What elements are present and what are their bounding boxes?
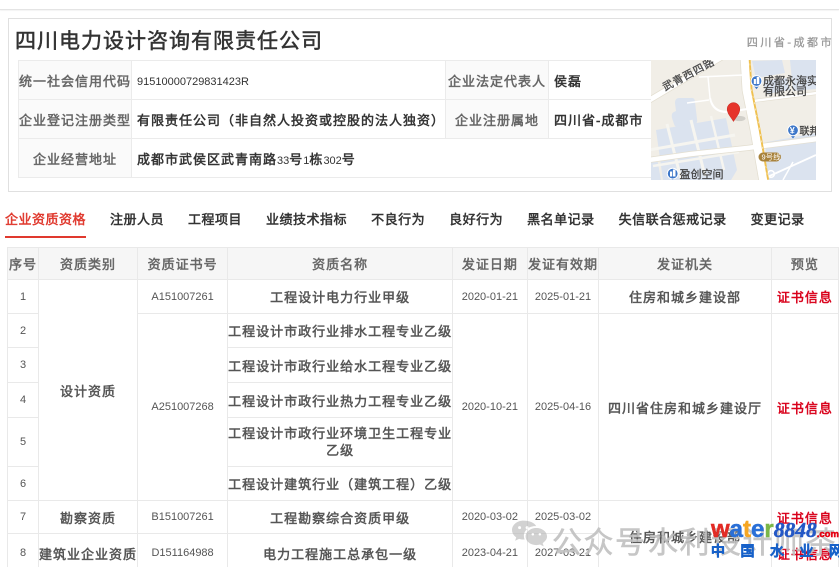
svg-text:¥: ¥ <box>790 126 795 136</box>
svg-text:盈创空间: 盈创空间 <box>680 167 724 180</box>
svg-text:9号线: 9号线 <box>762 152 782 162</box>
svg-text:联邦: 联邦 <box>800 125 817 138</box>
svg-text:有限公司: 有限公司 <box>763 84 807 98</box>
